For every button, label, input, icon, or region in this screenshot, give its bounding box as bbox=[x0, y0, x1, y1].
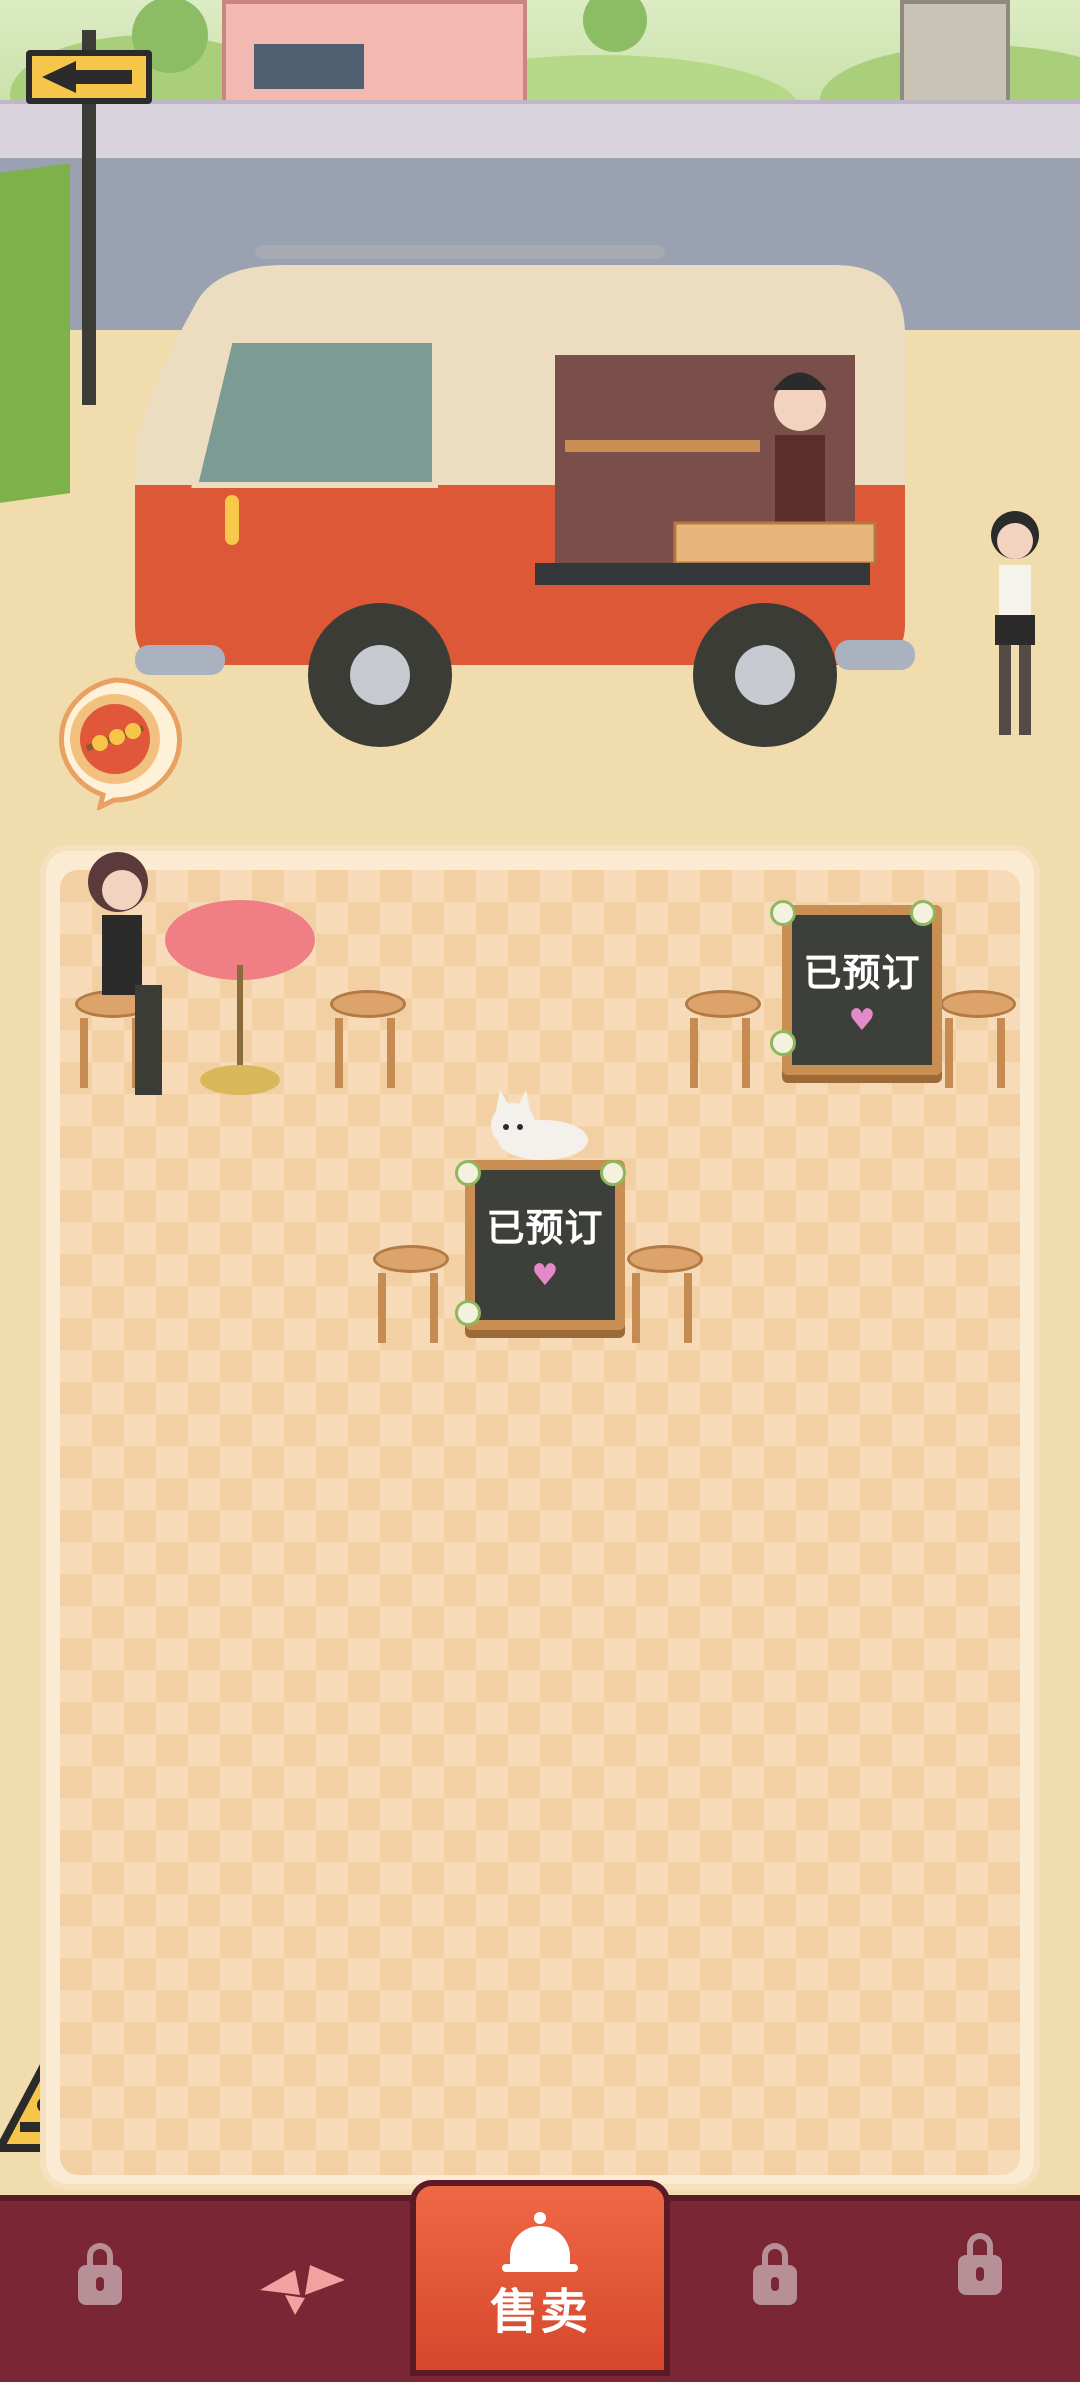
service-bell-icon bbox=[502, 2212, 578, 2272]
nav-locked-slot-2[interactable] bbox=[715, 2230, 835, 2340]
sidewalk bbox=[0, 100, 1080, 164]
stool bbox=[373, 1245, 449, 1345]
reserved-label: 已预订 bbox=[486, 1206, 604, 1250]
lock-icon bbox=[78, 2243, 122, 2305]
heart-icon: ♥ bbox=[848, 1003, 876, 1038]
sell-label: 售卖 bbox=[489, 2284, 590, 2340]
reserved-label: 已预订 bbox=[803, 951, 921, 995]
stool bbox=[330, 990, 406, 1090]
sell-button[interactable]: 售卖 bbox=[410, 2180, 670, 2376]
reserved-sign[interactable]: 已预订 ♥ bbox=[782, 905, 942, 1075]
heart-icon: ♥ bbox=[531, 1258, 559, 1293]
reserved-sign[interactable]: 已预订 ♥ bbox=[465, 1160, 625, 1330]
flower-icon bbox=[600, 1160, 626, 1186]
cat-sprite bbox=[478, 1085, 598, 1169]
flower-icon bbox=[910, 900, 936, 926]
lock-icon bbox=[753, 2243, 797, 2305]
customer-seated[interactable] bbox=[80, 850, 200, 1124]
food-truck[interactable] bbox=[135, 245, 955, 769]
green-banner bbox=[0, 163, 70, 503]
order-bubble[interactable] bbox=[45, 675, 185, 812]
stool bbox=[685, 990, 761, 1090]
stool bbox=[940, 990, 1016, 1090]
flower-icon bbox=[455, 1300, 481, 1326]
nav-decor-button[interactable] bbox=[240, 2230, 360, 2340]
customer-girl-waiting[interactable] bbox=[975, 505, 1055, 769]
nav-locked-slot-3[interactable] bbox=[920, 2220, 1040, 2330]
lock-icon bbox=[958, 2233, 1002, 2295]
flower-icon bbox=[770, 1030, 796, 1056]
stool bbox=[627, 1245, 703, 1345]
arrow-sign-icon bbox=[24, 48, 154, 110]
nav-locked-slot-1[interactable] bbox=[40, 2230, 160, 2340]
food-truck-art bbox=[135, 245, 915, 747]
flower-icon bbox=[455, 1160, 481, 1186]
ribbon-icon bbox=[260, 2265, 345, 2315]
flower-icon bbox=[770, 900, 796, 926]
